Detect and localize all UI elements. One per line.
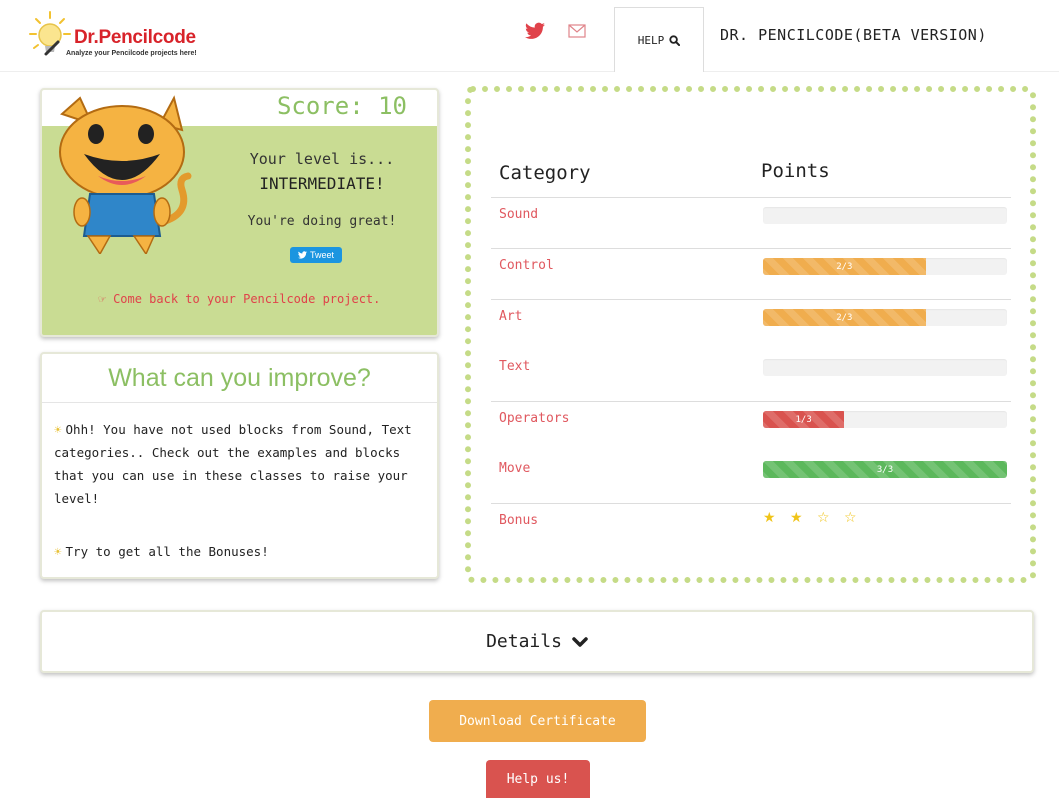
category-name: Art xyxy=(499,309,523,324)
lightbulb-icon: ☀ xyxy=(54,422,62,437)
category-name: Operators xyxy=(499,411,570,426)
back-to-project-link[interactable]: ☞ Come back to your Pencilcode project. xyxy=(42,292,437,306)
details-label: Details xyxy=(486,631,562,652)
tweet-label: Tweet xyxy=(309,250,334,260)
category-row: Text xyxy=(491,350,1011,401)
progress-bar xyxy=(763,359,1007,376)
points-header: Points xyxy=(761,160,830,182)
category-name: Sound xyxy=(499,207,539,222)
navbar: Dr.Pencilcode Analyze your Pencilcode pr… xyxy=(0,0,1059,72)
download-certificate-button[interactable]: Download Certificate xyxy=(429,700,646,742)
category-header: Category xyxy=(499,162,591,184)
bonus-label: Bonus xyxy=(499,513,539,528)
mail-icon[interactable] xyxy=(568,24,586,38)
progress-bar: 2/3 xyxy=(763,258,1007,275)
back-link-text: Come back to your Pencilcode project. xyxy=(113,292,381,306)
twitter-icon xyxy=(297,251,307,259)
lightbulb-icon: ☀ xyxy=(54,544,62,559)
progress-fill: 1/3 xyxy=(763,411,845,428)
progress-bar: 1/3 xyxy=(763,411,1007,428)
progress-label: 3/3 xyxy=(876,464,894,475)
score-panel: Score: 10 Your level is... INTERMEDIATE!… xyxy=(40,88,439,337)
improve-tip-1: ☀ Ohh! You have not used blocks from Soun… xyxy=(54,418,429,510)
progress-bar xyxy=(763,207,1007,224)
improve-title: What can you improve? xyxy=(108,364,371,392)
help-us-button[interactable]: Help us! xyxy=(486,760,590,798)
category-row: Operators 1/3 xyxy=(491,401,1011,452)
progress-bar: 3/3 xyxy=(763,461,1007,478)
bonus-stars: ★ ★ ☆ ☆ xyxy=(763,510,862,526)
category-row: Control 2/3 xyxy=(491,248,1011,299)
progress-label: 1/3 xyxy=(795,414,812,425)
score-title: Score: 10 xyxy=(276,92,407,120)
improve-panel: What can you improve? ☀ Ohh! You have not… xyxy=(40,352,439,579)
progress-bar: 2/3 xyxy=(763,309,1007,326)
help-label: HELP xyxy=(637,33,665,47)
tweet-button[interactable]: Tweet xyxy=(290,247,342,263)
help-button[interactable]: HELP xyxy=(614,7,704,72)
app-title: DR. PENCILCODE(BETA VERSION) xyxy=(720,26,987,44)
level-message: You're doing great! xyxy=(247,214,397,229)
search-icon xyxy=(669,34,681,46)
progress-fill: 3/3 xyxy=(763,461,1007,478)
bonus-row: Bonus ★ ★ ☆ ☆ xyxy=(491,503,1011,554)
logo-title: Dr.Pencilcode xyxy=(74,27,196,48)
cat-mascot-image xyxy=(59,95,192,254)
level-value: INTERMEDIATE! xyxy=(259,174,385,193)
progress-fill: 2/3 xyxy=(763,309,926,326)
chevron-down-icon xyxy=(572,636,588,647)
logo-subtitle: Analyze your Pencilcode projects here! xyxy=(66,50,197,57)
improve-tip-2: ☀ Try to get all the Bonuses! xyxy=(54,544,429,559)
improve-tip-2-text: Try to get all the Bonuses! xyxy=(65,544,269,559)
category-row: Sound xyxy=(491,197,1011,248)
category-row: Move 3/3 xyxy=(491,452,1011,503)
progress-label: 2/3 xyxy=(836,312,853,323)
level-intro: Your level is... xyxy=(249,150,395,168)
category-name: Move xyxy=(499,461,531,476)
twitter-icon[interactable] xyxy=(525,22,545,40)
category-row: Art 2/3 xyxy=(491,299,1011,350)
category-name: Control xyxy=(499,258,554,273)
progress-label: 2/3 xyxy=(836,261,853,272)
pointing-hand-icon: ☞ xyxy=(98,292,114,306)
improve-tip-1-text: Ohh! You have not used blocks from Sound… xyxy=(54,422,412,506)
logo[interactable]: Dr.Pencilcode Analyze your Pencilcode pr… xyxy=(28,10,238,60)
progress-fill: 2/3 xyxy=(763,258,926,275)
divider xyxy=(42,402,437,403)
details-toggle[interactable]: Details xyxy=(40,610,1034,673)
category-name: Text xyxy=(499,359,531,374)
category-panel: Category Points Sound Control 2/3 Art 2/… xyxy=(465,86,1036,583)
